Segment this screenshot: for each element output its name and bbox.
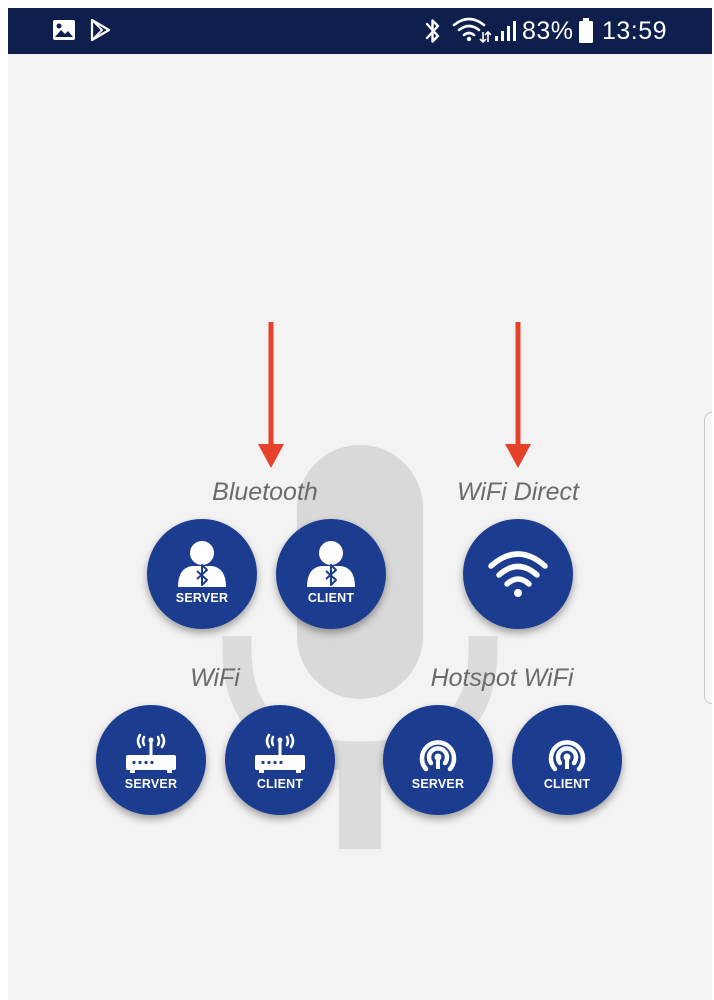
wifi-server-button[interactable]: SERVER <box>96 705 206 815</box>
play-store-icon <box>90 18 111 42</box>
wifi-server-caption: SERVER <box>124 777 178 791</box>
wifi-label: WiFi <box>190 664 240 692</box>
arrow-down-wifi-direct-icon <box>505 322 531 468</box>
hotspot-icon <box>548 740 586 772</box>
edge-panel-handle[interactable] <box>704 412 712 704</box>
wifi-icon <box>488 551 548 597</box>
bluetooth-client-caption: CLIENT <box>307 591 355 605</box>
bluetooth-server-button[interactable]: SERVER <box>147 519 257 629</box>
hotspot-wifi-label: Hotspot WiFi <box>430 664 574 692</box>
microphone-watermark-icon <box>222 445 498 849</box>
wifi-direct-button[interactable] <box>463 519 573 629</box>
battery-percentage: 83% <box>522 17 574 45</box>
hotspot-server-button[interactable]: SERVER <box>383 705 493 815</box>
hotspot-server-caption: SERVER <box>411 777 465 791</box>
signal-icon <box>495 21 516 41</box>
router-icon <box>126 733 176 773</box>
wifi-client-caption: CLIENT <box>256 777 304 791</box>
app-screen: 83% 13:59 Bluetooth WiFi Direct WiFi Hot… <box>8 8 712 1000</box>
bluetooth-user-icon <box>307 541 355 587</box>
status-bar: 83% 13:59 <box>8 8 712 54</box>
router-icon <box>255 733 305 773</box>
status-time: 13:59 <box>602 17 668 45</box>
bluetooth-user-icon <box>178 541 226 587</box>
arrow-down-bluetooth-icon <box>258 322 284 468</box>
bluetooth-label: Bluetooth <box>212 478 318 506</box>
hotspot-icon <box>419 740 457 772</box>
wifi-direct-label: WiFi Direct <box>457 478 579 506</box>
gallery-icon <box>53 20 75 40</box>
hotspot-client-caption: CLIENT <box>543 777 591 791</box>
bluetooth-client-button[interactable]: CLIENT <box>276 519 386 629</box>
bluetooth-server-caption: SERVER <box>175 591 229 605</box>
bluetooth-icon <box>425 19 440 43</box>
battery-icon <box>579 18 593 43</box>
hotspot-client-button[interactable]: CLIENT <box>512 705 622 815</box>
wifi-icon <box>452 17 492 44</box>
wifi-client-button[interactable]: CLIENT <box>225 705 335 815</box>
